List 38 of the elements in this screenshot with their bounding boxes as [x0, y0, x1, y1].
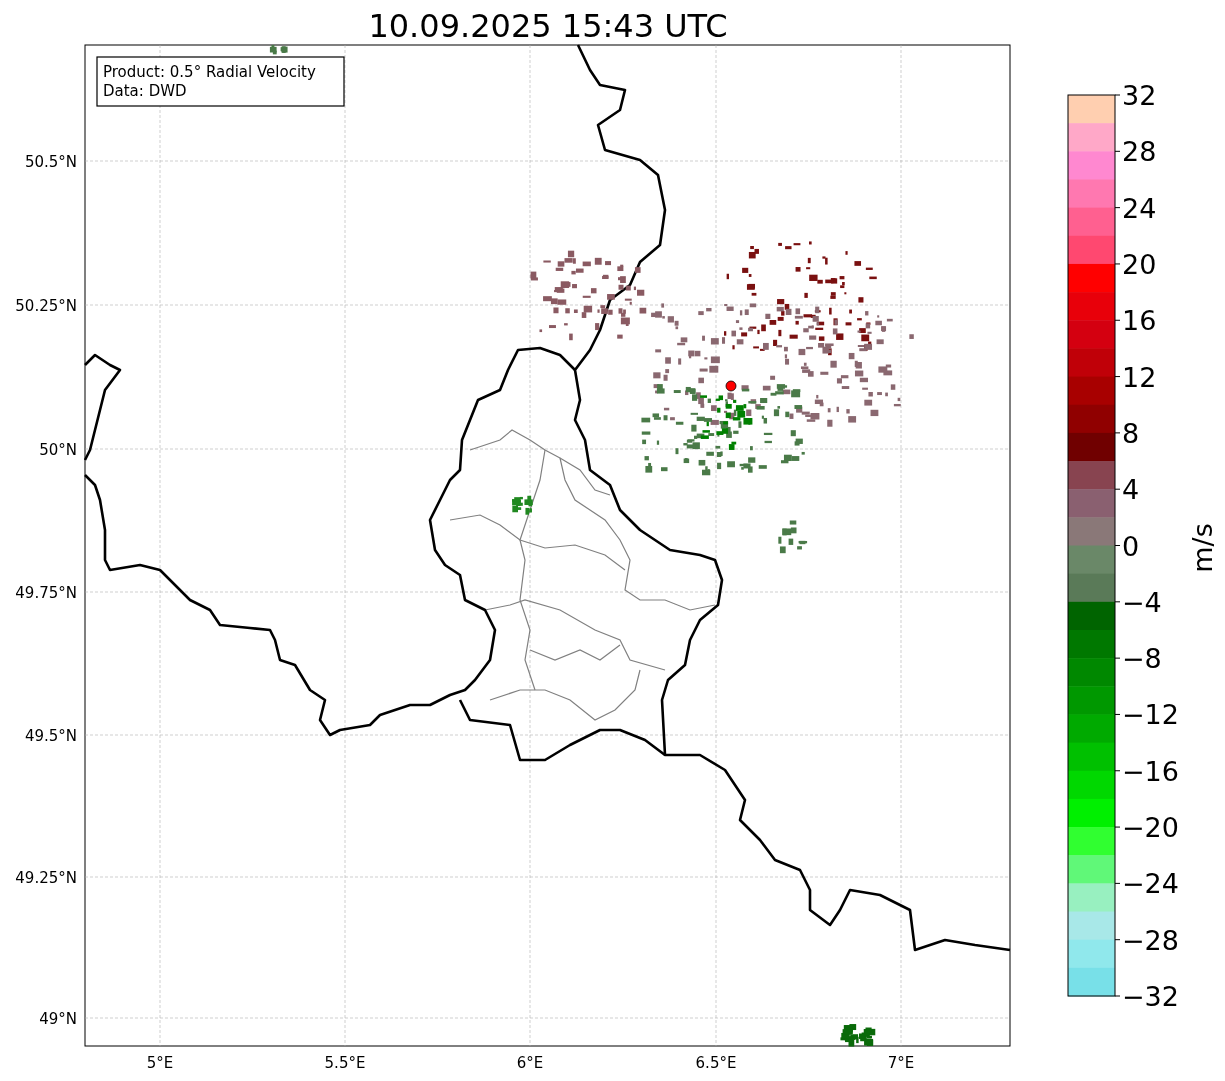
- colorbar-tick-label: −8: [1122, 643, 1162, 675]
- info-text: Product: 0.5° Radial Velocity: [103, 63, 316, 81]
- colorbar-tick-label: −16: [1122, 755, 1179, 787]
- colorbar-tick-label: −12: [1122, 699, 1179, 731]
- longitude-label: 6.5°E: [695, 1054, 737, 1072]
- colorbar-tick-label: −28: [1122, 924, 1179, 956]
- radar-echo-cluster: [512, 495, 533, 515]
- radar-site-marker: [725, 380, 737, 392]
- colorbar-tick-label: −32: [1122, 981, 1179, 1012]
- colorbar-tick-label: 24: [1122, 192, 1157, 224]
- longitude-label: 6°E: [516, 1054, 544, 1072]
- colorbar-tick-label: 28: [1122, 136, 1157, 168]
- colorbar-tick-label: 16: [1122, 305, 1157, 337]
- colorbar-tick-label: −20: [1122, 812, 1179, 844]
- latitude-label: 49.75°N: [15, 584, 77, 602]
- colorbar-tick-label: 20: [1122, 248, 1157, 280]
- colorbar-tick-label: 0: [1122, 530, 1140, 562]
- longitude-label: 5°E: [146, 1054, 174, 1072]
- radar-echo-cluster: [269, 45, 288, 55]
- colorbar-tick-label: 32: [1122, 80, 1157, 111]
- colorbar-label: m/s: [1187, 523, 1218, 573]
- colorbar-tick-label: −24: [1122, 868, 1179, 900]
- radar-echo-cluster: [840, 1024, 876, 1047]
- latitude-label: 50.25°N: [15, 297, 77, 315]
- latitude-label: 49.25°N: [15, 869, 77, 887]
- chart-title: 10.09.2025 15:43 UTC: [368, 7, 728, 45]
- colorbar-tick-label: −4: [1122, 586, 1162, 618]
- latitude-label: 50.5°N: [24, 153, 77, 171]
- longitude-label: 7°E: [887, 1054, 915, 1072]
- info-text: Data: DWD: [103, 82, 187, 100]
- latitude-label: 49.5°N: [24, 727, 77, 745]
- latitude-label: 49°N: [39, 1010, 77, 1028]
- colorbar-tick-label: 12: [1122, 361, 1157, 393]
- longitude-label: 5.5°E: [324, 1054, 366, 1072]
- latitude-label: 50°N: [39, 441, 77, 459]
- radar-echo-cluster: [778, 520, 808, 554]
- colorbar-tick-label: 8: [1122, 417, 1140, 449]
- colorbar-tick-label: 4: [1122, 474, 1140, 506]
